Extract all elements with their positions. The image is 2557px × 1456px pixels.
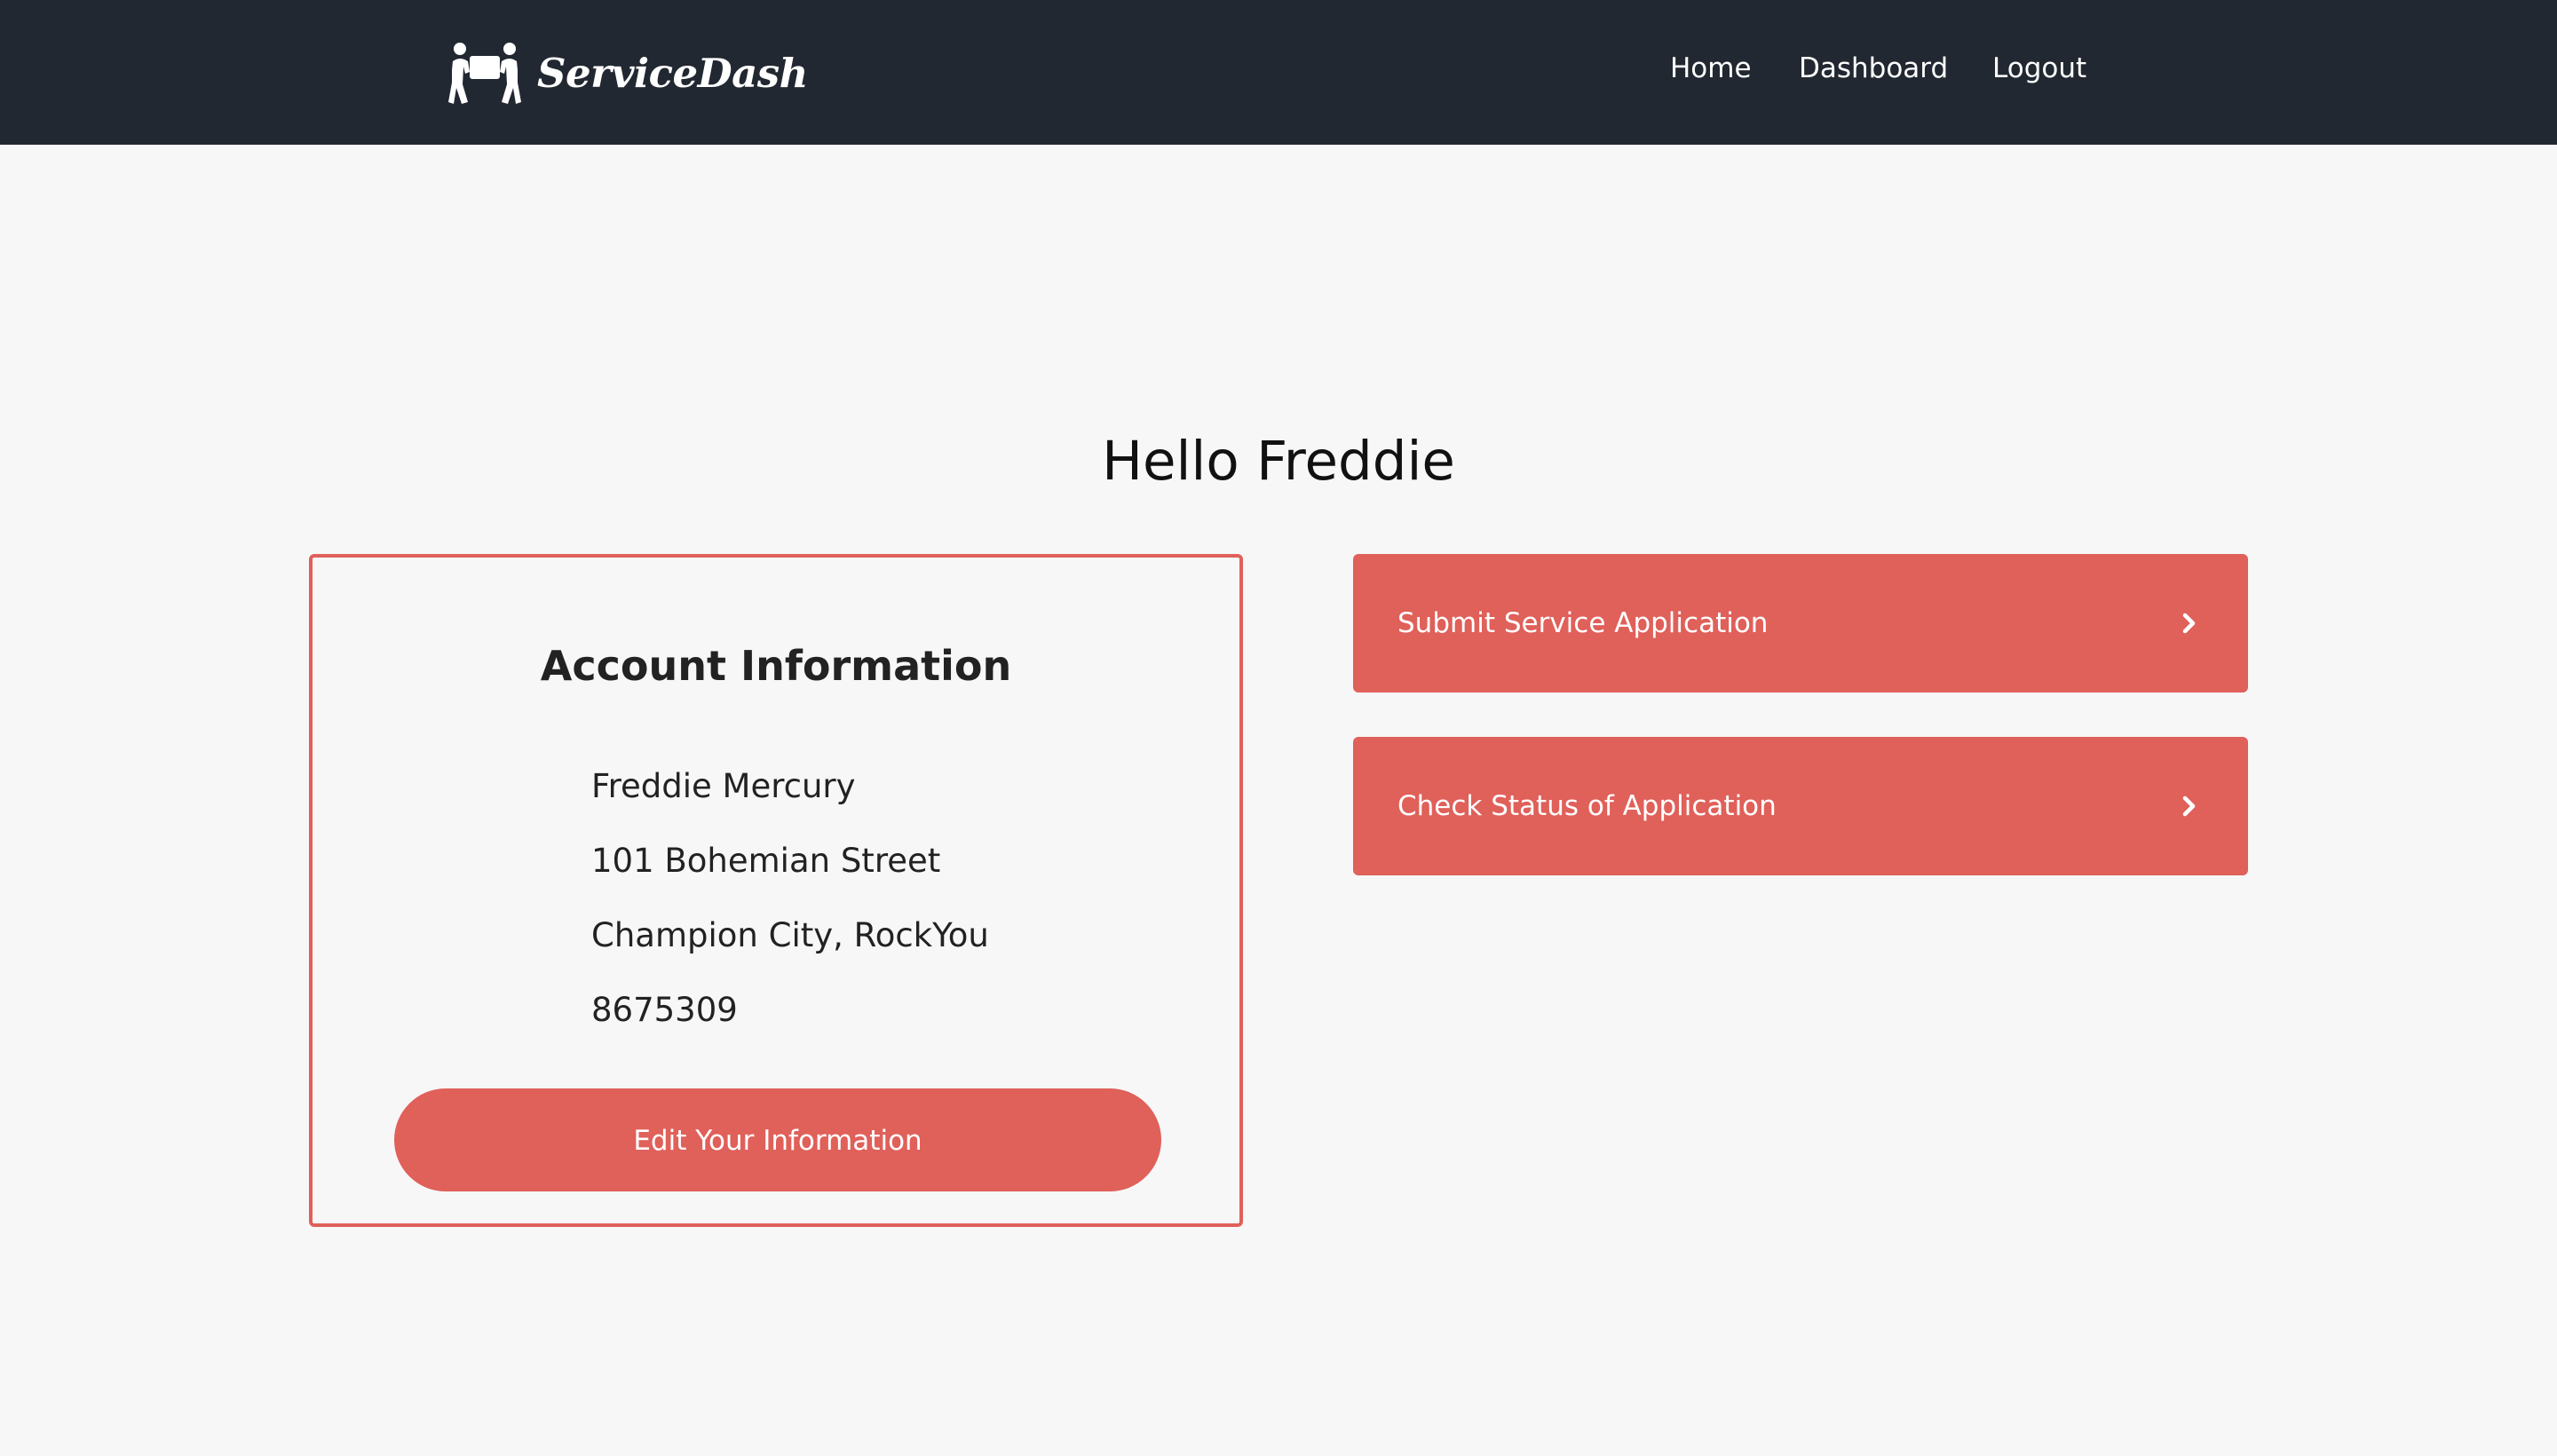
submit-service-application-button[interactable]: Submit Service Application: [1353, 554, 2248, 692]
greeting-heading: Hello Freddie: [1102, 430, 1455, 493]
brand-name: ServiceDash: [537, 49, 808, 97]
chevron-right-icon: [2182, 795, 2196, 817]
nav-dashboard-link[interactable]: Dashboard: [1799, 46, 1948, 91]
account-name: Freddie Mercury: [591, 767, 856, 805]
top-navbar: ServiceDash Home Dashboard Logout: [0, 0, 2557, 145]
account-card-title: Account Information: [540, 642, 1012, 690]
nav-home-link[interactable]: Home: [1670, 46, 1752, 91]
movers-carrying-box-icon: [448, 43, 521, 104]
brand-logo-link[interactable]: ServiceDash: [448, 41, 808, 105]
nav-logout-link[interactable]: Logout: [1992, 46, 2086, 91]
account-information-card: Account Information Freddie Mercury 101 …: [309, 554, 1243, 1227]
account-phone: 8675309: [591, 991, 738, 1029]
account-city: Champion City, RockYou: [591, 916, 989, 954]
check-application-status-label: Check Status of Application: [1397, 790, 1777, 822]
edit-information-button[interactable]: Edit Your Information: [394, 1088, 1161, 1191]
submit-service-application-label: Submit Service Application: [1397, 607, 1769, 639]
account-street: 101 Bohemian Street: [591, 842, 941, 880]
check-application-status-button[interactable]: Check Status of Application: [1353, 737, 2248, 875]
chevron-right-icon: [2182, 613, 2196, 634]
